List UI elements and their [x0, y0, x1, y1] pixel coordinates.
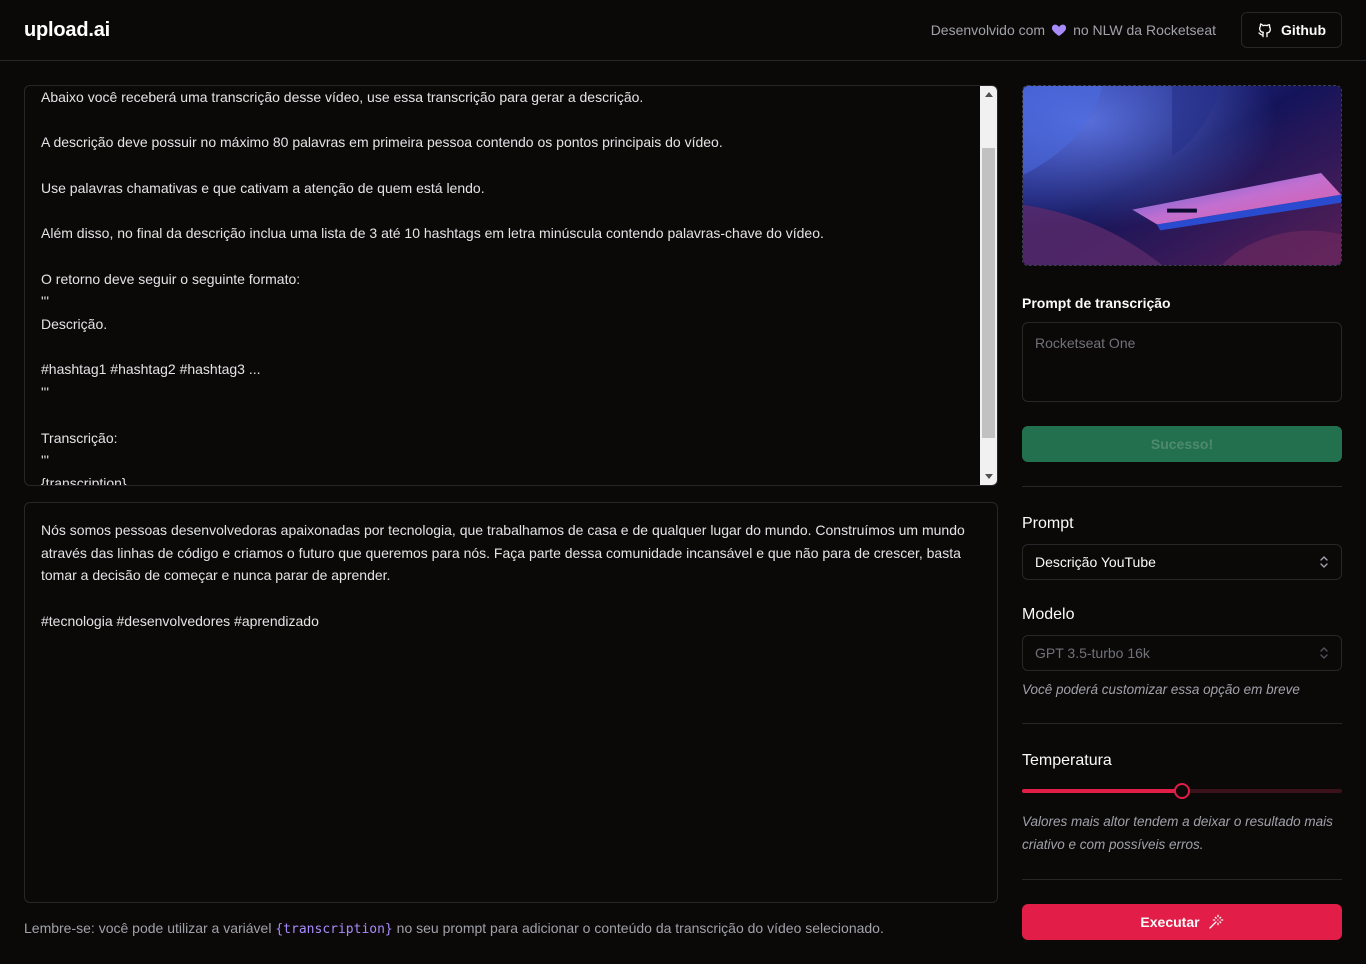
temperature-label: Temperatura	[1022, 752, 1112, 769]
execute-button[interactable]: Executar	[1022, 904, 1342, 940]
heart-icon	[1052, 24, 1067, 36]
scroll-down-icon[interactable]	[980, 468, 997, 485]
chevron-up-down-icon	[1320, 556, 1328, 568]
divider	[1022, 879, 1342, 880]
magic-wand-icon	[1208, 914, 1223, 929]
app-logo: upload.ai	[24, 19, 110, 41]
temperature-slider[interactable]	[1022, 781, 1342, 801]
result-output[interactable]: Nós somos pessoas desenvolvedoras apaixo…	[24, 502, 998, 903]
github-label: Github	[1280, 22, 1327, 38]
model-select-value: GPT 3.5-turbo 16k	[1035, 645, 1150, 661]
hint-text: Lembre-se: você pode utilizar a variável…	[24, 920, 884, 937]
upload-success-button[interactable]: Sucesso!	[1022, 426, 1342, 462]
divider	[1022, 486, 1342, 487]
prompt-editor[interactable]: Abaixo você receberá uma transcrição des…	[24, 85, 998, 486]
scroll-up-icon[interactable]	[980, 86, 997, 103]
chevron-up-down-icon	[1320, 647, 1328, 659]
slider-thumb[interactable]	[1174, 783, 1190, 799]
prompt-editor-text[interactable]: Abaixo você receberá uma transcrição des…	[41, 86, 971, 485]
credit-text: Desenvolvido com no NLW da Rocketseat	[931, 22, 1216, 38]
credit-suffix: no NLW da Rocketseat	[1073, 22, 1216, 38]
prompt-select-value: Descrição YouTube	[1035, 554, 1156, 570]
prompt-scrollbar[interactable]	[980, 86, 997, 485]
scroll-thumb[interactable]	[982, 148, 995, 438]
hint-prefix: Lembre-se: você pode utilizar a variável	[24, 920, 272, 936]
github-icon	[1258, 23, 1271, 38]
prompt-select-label: Prompt	[1022, 515, 1074, 532]
divider	[1022, 723, 1342, 724]
hint-suffix: no seu prompt para adicionar o conteúdo …	[396, 920, 884, 936]
model-note: Você poderá customizar essa opção em bre…	[1022, 682, 1300, 697]
video-preview[interactable]	[1022, 85, 1342, 266]
model-select-label: Modelo	[1022, 606, 1075, 623]
prompt-select[interactable]: Descrição YouTube	[1022, 544, 1342, 580]
execute-label: Executar	[1140, 914, 1200, 930]
result-text: Nós somos pessoas desenvolvedoras apaixo…	[41, 522, 965, 629]
transcription-prompt-label: Prompt de transcrição	[1022, 295, 1171, 311]
github-button[interactable]: Github	[1241, 12, 1342, 48]
credit-prefix: Desenvolvido com	[930, 22, 1046, 38]
slider-range	[1022, 789, 1182, 793]
transcription-prompt-input[interactable]	[1022, 322, 1342, 402]
header: upload.ai Desenvolvido com no NLW da Roc…	[0, 0, 1366, 61]
temperature-note: Valores mais altor tendem a deixar o res…	[1022, 814, 1333, 852]
hint-variable: {transcription}	[275, 922, 393, 937]
model-select[interactable]: GPT 3.5-turbo 16k	[1022, 635, 1342, 671]
video-thumbnail-icon	[1023, 86, 1341, 265]
